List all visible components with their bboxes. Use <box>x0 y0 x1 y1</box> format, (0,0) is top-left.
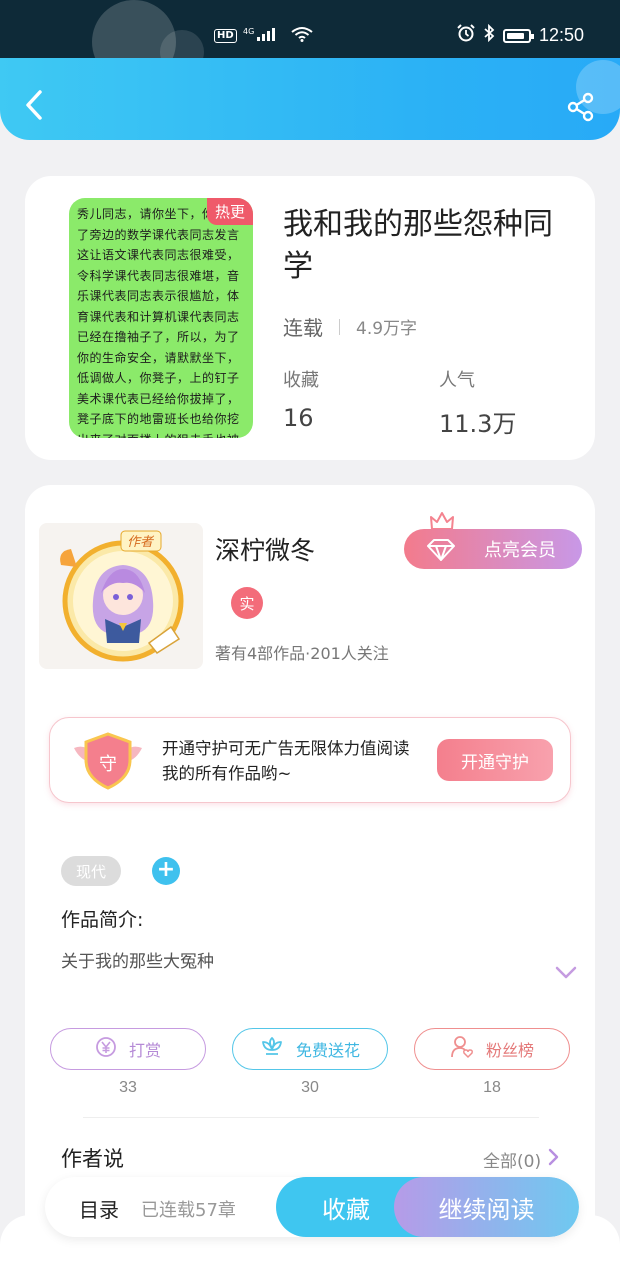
section-divider <box>83 1117 539 1118</box>
chevron-left-icon <box>26 90 42 120</box>
yen-coin-icon <box>95 1036 117 1062</box>
wifi-icon <box>291 26 313 46</box>
add-tag-button[interactable]: + <box>152 857 180 885</box>
share-button[interactable] <box>566 92 596 122</box>
alarm-icon <box>457 24 475 47</box>
avatar-badge-text: 作者 <box>127 535 155 550</box>
continue-reading-button[interactable]: 继续阅读 <box>394 1177 579 1237</box>
top-nav <box>0 58 620 140</box>
open-guard-button[interactable]: 开通守护 <box>437 739 553 781</box>
intro-title: 作品简介: <box>61 909 144 931</box>
favorites-value: 16 <box>283 404 314 432</box>
author-says-title: 作者说 <box>61 1147 124 1171</box>
bluetooth-icon <box>483 23 495 47</box>
tag-modern[interactable]: 现代 <box>61 856 121 886</box>
fans-count: 18 <box>483 1079 501 1096</box>
network-status: HD 4G <box>214 26 313 46</box>
fan-user-icon <box>450 1035 474 1063</box>
signal-icon: 4G <box>243 26 285 46</box>
clock: 12:50 <box>538 25 584 45</box>
favorites-label: 收藏 <box>283 370 319 391</box>
send-flower-label: 免费送花 <box>295 1041 360 1060</box>
guard-icon-char: 守 <box>99 754 117 775</box>
fans-ranking-button[interactable]: 粉丝榜 <box>414 1028 570 1070</box>
author-avatar[interactable]: 作者 <box>39 523 203 669</box>
intro-text: 关于我的那些大冤种 <box>61 952 214 972</box>
chevron-right-icon <box>547 1148 559 1171</box>
fans-ranking-label: 粉丝榜 <box>485 1041 534 1060</box>
guard-description: 开通守护可无广告无限体力值阅读我的所有作品哟~ <box>162 739 410 783</box>
battery-icon <box>502 28 534 43</box>
vip-button[interactable]: 点亮会员 <box>404 529 582 569</box>
popularity-stat: 人气 11.3万 <box>439 366 516 439</box>
svg-text:4G: 4G <box>243 27 254 36</box>
chapter-count: 已连载57章 <box>141 1200 236 1221</box>
hd-badge: HD <box>214 29 237 43</box>
guard-shield-icon: 守 <box>72 730 144 796</box>
author-stats: 著有4部作品·201人关注 <box>215 644 389 663</box>
author-says-all-label: 全部(0) <box>483 1152 542 1172</box>
bottom-action-bar: 目录 已连载57章 收藏 继续阅读 <box>45 1177 579 1237</box>
popularity-value: 11.3万 <box>439 410 517 438</box>
guard-banner: 守 开通守护可无广告无限体力值阅读我的所有作品哟~ 开通守护 <box>49 717 571 803</box>
word-count: 4.9万字 <box>356 319 418 339</box>
send-flower-button[interactable]: 免费送花 <box>232 1028 388 1070</box>
vip-button-label: 点亮会员 <box>484 540 556 561</box>
share-icon <box>567 92 594 122</box>
diamond-icon <box>426 539 456 566</box>
hot-update-tag: 热更 <box>206 198 253 225</box>
expand-chevron-icon[interactable] <box>555 965 577 984</box>
author-says-all-link[interactable]: 全部(0) <box>483 1147 559 1172</box>
status-bar: HD 4G 12:50 <box>0 0 620 58</box>
author-name: 深柠微冬 <box>215 536 316 565</box>
author-card: 作者 深柠微冬 点亮会员 实 著有4部作品·201人关注 守 开通守护可无广告无… <box>25 485 595 1280</box>
book-status-row: 连载 4.9万字 <box>283 312 417 341</box>
real-name-badge: 实 <box>231 587 263 619</box>
flower-count: 30 <box>301 1079 319 1096</box>
cover-text: 秀儿同志，请你坐下，你挡住了旁边的数学课代表同志发言这让语文课代表同志很难受，令… <box>77 207 240 438</box>
avatar-illustration: 作者 <box>60 530 184 662</box>
toc-button[interactable]: 目录 <box>79 1194 119 1223</box>
serial-status: 连载 <box>283 316 323 340</box>
popularity-label: 人气 <box>439 370 475 391</box>
system-status: 12:50 <box>457 23 584 47</box>
book-info-card: 秀儿同志，请你坐下，你挡住了旁边的数学课代表同志发言这让语文课代表同志很难受，令… <box>25 176 595 460</box>
book-cover[interactable]: 秀儿同志，请你坐下，你挡住了旁边的数学课代表同志发言这让语文课代表同志很难受，令… <box>69 198 253 438</box>
tip-label: 打赏 <box>128 1041 161 1060</box>
book-title: 我和我的那些怨种同学 <box>283 207 553 284</box>
tip-button[interactable]: 打赏 <box>50 1028 206 1070</box>
tip-count: 33 <box>119 1079 137 1096</box>
flower-icon <box>260 1036 284 1062</box>
back-button[interactable] <box>22 88 46 122</box>
favorites-stat: 收藏 16 <box>283 366 319 432</box>
divider <box>339 318 340 335</box>
